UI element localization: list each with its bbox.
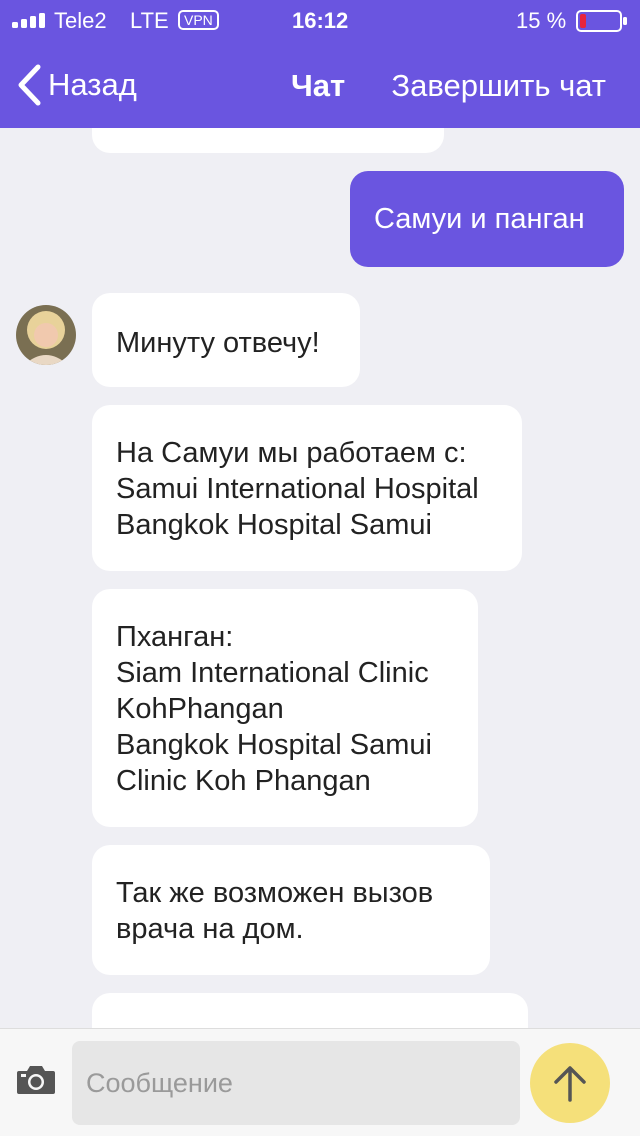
carrier-name: Tele2 [54,8,107,33]
message-bubble-partial-bottom [92,993,528,1028]
arrow-up-icon [554,1066,586,1102]
message-bubble-agent: Пханган: Siam International Clinic KohPh… [92,589,478,827]
message-bubble-agent: Минуту отвечу! [92,293,360,387]
agent-avatar [16,305,76,365]
vpn-badge: VPN [178,10,219,30]
send-button[interactable] [530,1043,610,1123]
end-chat-button[interactable]: Завершить чат [391,68,606,104]
chevron-left-icon [18,64,41,106]
message-bubble-partial-top [92,128,444,153]
message-bubble-user: Самуи и панган [350,171,624,267]
back-label: Назад [48,67,137,102]
battery-percent: 15 % [516,8,567,33]
camera-icon[interactable] [16,1063,56,1095]
nav-bar: Назад Чат Завершить чат [0,60,640,110]
network-type: LTE [130,8,169,33]
header: Tele2 LTE VPN 16:12 15 % Назад Чат Завер… [0,0,640,128]
message-bubble-agent: Так же возможен вызов врача на дом. [92,845,490,975]
chat-area[interactable]: Самуи и панган Минуту отвечу! На Самуи м… [0,128,640,1028]
message-input[interactable] [72,1041,520,1125]
clock: 16:12 [292,8,349,33]
battery-icon [576,10,627,32]
composer-bar [0,1028,640,1136]
back-button[interactable]: Назад [16,64,137,106]
page-title: Чат [291,68,346,103]
signal-icon [12,13,45,28]
status-bar: Tele2 LTE VPN 16:12 15 % [0,0,640,40]
message-bubble-agent: На Самуи мы работаем с: Samui Internatio… [92,405,522,571]
